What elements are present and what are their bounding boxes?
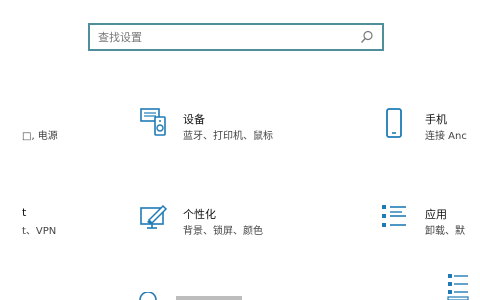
search-box[interactable]: 查找设置 bbox=[88, 23, 384, 51]
settings-tile-personalization[interactable]: 个性化 背景、锁屏、颜色 bbox=[135, 200, 335, 250]
settings-tile-apps[interactable]: 应用 卸载、默 bbox=[380, 200, 480, 250]
tile-title: 手机 bbox=[425, 113, 447, 126]
tile-title: 个性化 bbox=[183, 208, 216, 221]
tile-subtitle: □, 电源 bbox=[22, 131, 58, 142]
tile-subtitle: 背景、锁屏、颜色 bbox=[183, 226, 263, 237]
search-input[interactable]: 查找设置 bbox=[90, 29, 358, 45]
settings-tile-system[interactable]: □, 电源 bbox=[0, 105, 120, 155]
partial-tile-icon bbox=[138, 292, 158, 300]
tile-title: 设备 bbox=[183, 113, 205, 126]
personalization-icon bbox=[139, 202, 169, 232]
settings-tile-devices[interactable]: 设备 蓝牙、打印机、鼠标 bbox=[135, 105, 335, 155]
partial-tile-text bbox=[176, 296, 246, 300]
search-icon[interactable] bbox=[358, 28, 376, 46]
tile-title: t bbox=[22, 206, 27, 219]
devices-icon bbox=[139, 105, 169, 137]
tile-subtitle: 连接 Anc bbox=[425, 131, 467, 142]
tile-subtitle: 蓝牙、打印机、鼠标 bbox=[183, 131, 273, 142]
partial-tile-icon bbox=[446, 272, 470, 300]
tile-title: 应用 bbox=[425, 208, 447, 221]
settings-tile-phone[interactable]: 手机 连接 Anc bbox=[380, 105, 480, 155]
phone-icon bbox=[384, 107, 404, 139]
tile-subtitle: 卸载、默 bbox=[425, 226, 465, 237]
apps-icon bbox=[380, 202, 408, 230]
settings-tile-network[interactable]: t t、VPN bbox=[0, 200, 120, 250]
tile-subtitle: t、VPN bbox=[22, 226, 57, 237]
